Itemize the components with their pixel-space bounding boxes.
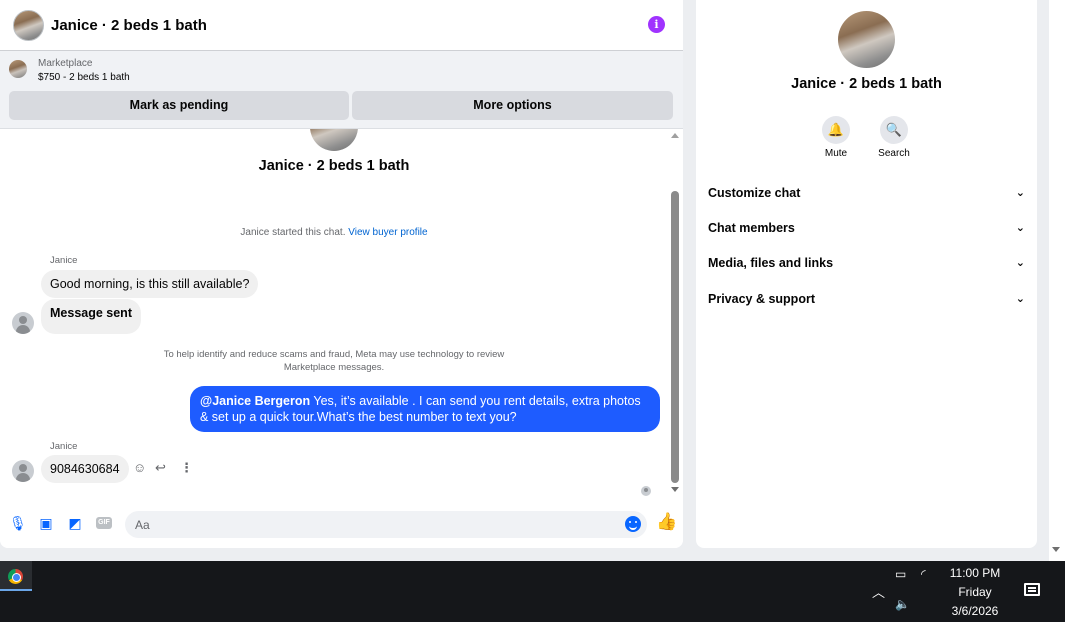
react-icon[interactable]: ☺	[133, 460, 146, 475]
conversation-title: Janice · 2 beds 1 bath	[258, 158, 410, 174]
clock-day: Friday	[958, 585, 992, 599]
conversation-avatar	[310, 129, 358, 151]
battery-icon[interactable]: ▭	[895, 567, 906, 581]
reply-icon[interactable]: ↩	[155, 460, 166, 476]
system-clock[interactable]: 11:00 PM Friday 3/6/2026	[940, 564, 1010, 621]
outgoing-message-bubble[interactable]: @Janice Bergeron Yes, it’s available . I…	[190, 386, 660, 432]
sticker-icon[interactable]: ◩	[67, 515, 83, 531]
section-label: Customize chat	[708, 186, 801, 200]
mention-tag[interactable]: @Janice Bergeron	[200, 394, 310, 408]
scroll-thumb[interactable]	[671, 191, 679, 483]
sender-label: Janice	[50, 255, 78, 266]
chat-header: Janice · 2 beds 1 bath i	[0, 0, 683, 51]
listing-bar: Marketplace $750 - 2 beds 1 bath Mark as…	[0, 51, 683, 129]
safety-notice: To help identify and reduce scams and fr…	[163, 349, 505, 373]
more-options-button[interactable]: More options	[352, 91, 673, 120]
message-composer: 🎙 ▣ ◩ GIF 👍	[0, 498, 683, 548]
section-customize-chat[interactable]: Customize chat ⌄	[708, 186, 1025, 206]
chrome-taskbar-button[interactable]	[0, 561, 32, 591]
show-hidden-icons-chevron-icon[interactable]: ︿	[872, 582, 885, 601]
section-label: Media, files and links	[708, 256, 834, 270]
gif-icon[interactable]: GIF	[96, 517, 112, 529]
listing-price[interactable]: $750 - 2 beds 1 bath	[38, 72, 130, 83]
section-label: Privacy & support	[708, 292, 815, 306]
clock-time: 11:00 PM	[949, 566, 1001, 580]
message-bubble[interactable]: Good morning, is this still available?	[41, 270, 259, 298]
chat-started-line: Janice started this chat. View buyer pro…	[0, 227, 668, 238]
seen-indicator-avatar	[641, 486, 651, 496]
taskbar: ︿ ▭ ◜ 🔈 11:00 PM Friday 3/6/2026	[0, 561, 1065, 622]
sender-avatar[interactable]	[12, 460, 34, 482]
microphone-icon[interactable]: 🎙	[9, 515, 27, 531]
chevron-down-icon: ⌄	[1015, 222, 1025, 234]
listing-thumbnail[interactable]	[9, 60, 27, 78]
message-scrollbar[interactable]	[670, 129, 679, 498]
search-icon[interactable]: 🔍	[880, 116, 908, 144]
page-scroll-strip	[1049, 0, 1065, 561]
message-bubble[interactable]: Message sent	[41, 299, 141, 334]
thumbs-up-icon[interactable]: 👍	[656, 512, 677, 532]
listing-category: Marketplace	[38, 58, 93, 69]
chevron-down-icon: ⌄	[1015, 257, 1025, 269]
message-bubble[interactable]: 9084630684	[41, 455, 129, 483]
more-actions-icon[interactable]: ⋮	[180, 460, 193, 476]
mute-label[interactable]: Mute	[806, 148, 866, 159]
clock-date: 3/6/2026	[951, 604, 999, 618]
sender-avatar[interactable]	[12, 312, 34, 334]
message-list: Janice · 2 beds 1 bath Janice started th…	[0, 129, 683, 498]
sender-label: Janice	[50, 441, 78, 452]
listing-avatar[interactable]	[13, 9, 44, 41]
emoji-icon[interactable]	[625, 516, 641, 532]
info-avatar[interactable]	[838, 11, 895, 68]
bell-icon[interactable]: 🔔	[822, 116, 850, 144]
chevron-down-icon: ⌄	[1015, 187, 1025, 199]
volume-icon[interactable]: 🔈	[895, 597, 910, 611]
conversation-info-panel: Janice · 2 beds 1 bath 🔔 Mute 🔍 Search C…	[696, 0, 1037, 548]
search-label[interactable]: Search	[864, 148, 924, 159]
chat-started-text: Janice started this chat.	[240, 227, 346, 238]
scroll-up-arrow[interactable]	[671, 133, 679, 138]
message-input[interactable]	[125, 511, 647, 538]
view-buyer-profile-link[interactable]: View buyer profile	[348, 227, 427, 238]
chrome-icon	[8, 569, 23, 584]
photo-icon[interactable]: ▣	[38, 515, 54, 531]
section-media-files-links[interactable]: Media, files and links ⌄	[708, 256, 1025, 276]
mark-as-pending-button[interactable]: Mark as pending	[9, 91, 349, 120]
section-label: Chat members	[708, 221, 795, 235]
scroll-down-arrow[interactable]	[671, 487, 679, 492]
notification-center-icon[interactable]	[1024, 583, 1040, 596]
chat-panel: Janice · 2 beds 1 bath i Marketplace $75…	[0, 0, 683, 548]
wifi-icon[interactable]: ◜	[921, 567, 926, 581]
chat-title[interactable]: Janice · 2 beds 1 bath	[51, 17, 207, 34]
info-title: Janice · 2 beds 1 bath	[791, 76, 942, 92]
section-chat-members[interactable]: Chat members ⌄	[708, 221, 1025, 241]
page-scroll-down-arrow[interactable]	[1052, 547, 1060, 552]
info-icon[interactable]: i	[648, 16, 665, 33]
section-privacy-support[interactable]: Privacy & support ⌄	[708, 292, 1025, 312]
chevron-down-icon: ⌄	[1015, 293, 1025, 305]
